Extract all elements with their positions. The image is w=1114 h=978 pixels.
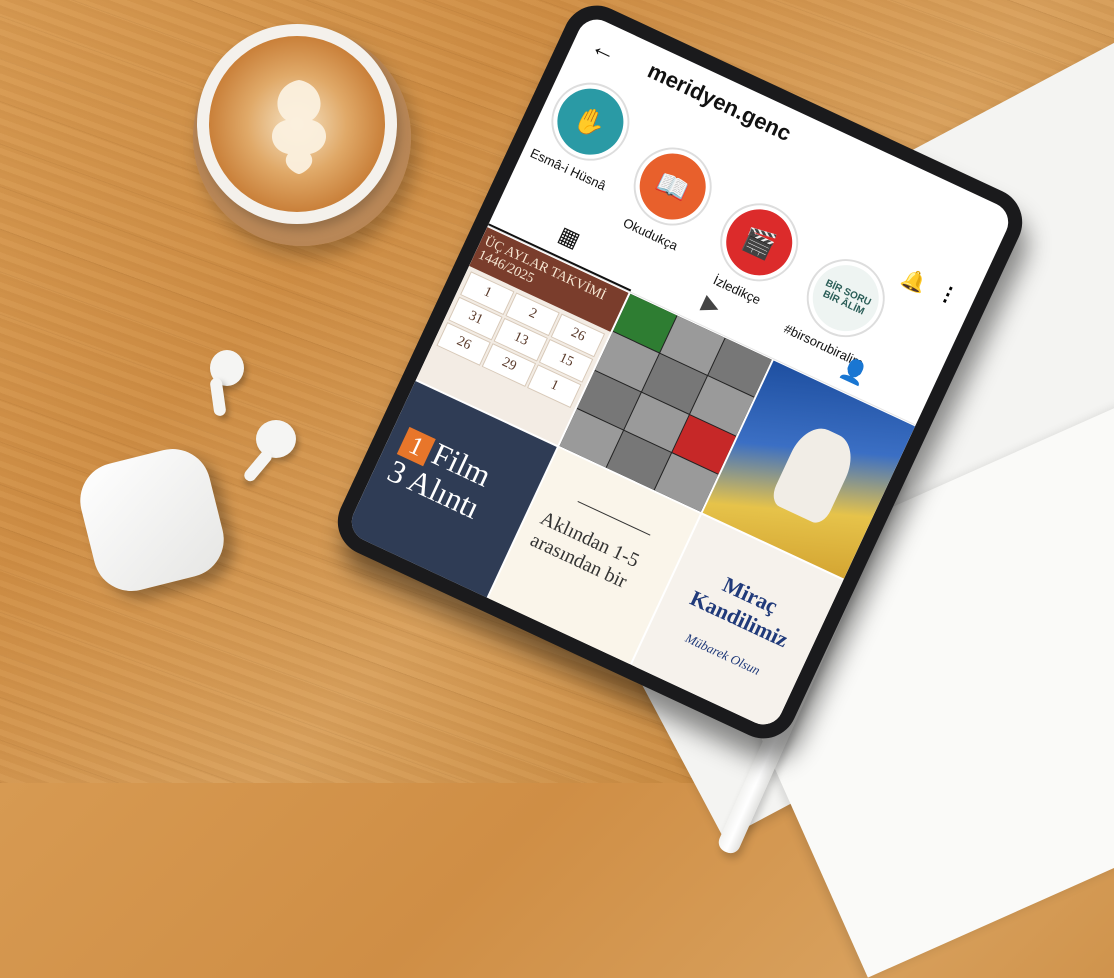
reels-icon: ▶	[698, 289, 725, 320]
highlight-esmai-husna[interactable]: ✋ Esmâ-i Hüsnâ	[526, 68, 646, 194]
arrow-left-icon[interactable]: ←	[586, 30, 622, 69]
post-aklindan-text: Aklından 1-5 arasından bir	[526, 507, 643, 593]
painting-figure	[768, 419, 861, 527]
tablet-wrapper: ← meridyen.genc 🔔 ⋮ ✋ Esmâ-i Hüsnâ 📖 Oku…	[290, 0, 1034, 780]
post-film-text: 1Film 3 Alıntı	[382, 423, 499, 526]
tagged-user-icon: 👤	[836, 353, 872, 389]
grid-icon: ▦	[554, 221, 585, 253]
tablet-screen: ← meridyen.genc 🔔 ⋮ ✋ Esmâ-i Hüsnâ 📖 Oku…	[345, 13, 1015, 731]
bell-icon[interactable]: 🔔	[897, 264, 930, 297]
profile-username: meridyen.genc	[643, 57, 796, 147]
tablet: ← meridyen.genc 🔔 ⋮ ✋ Esmâ-i Hüsnâ 📖 Oku…	[326, 0, 1034, 750]
film-icon: 🎬	[715, 198, 804, 287]
book-icon: 📖	[628, 142, 717, 231]
hand-icon: ✋	[546, 77, 635, 166]
more-vertical-icon[interactable]: ⋮	[934, 279, 963, 310]
